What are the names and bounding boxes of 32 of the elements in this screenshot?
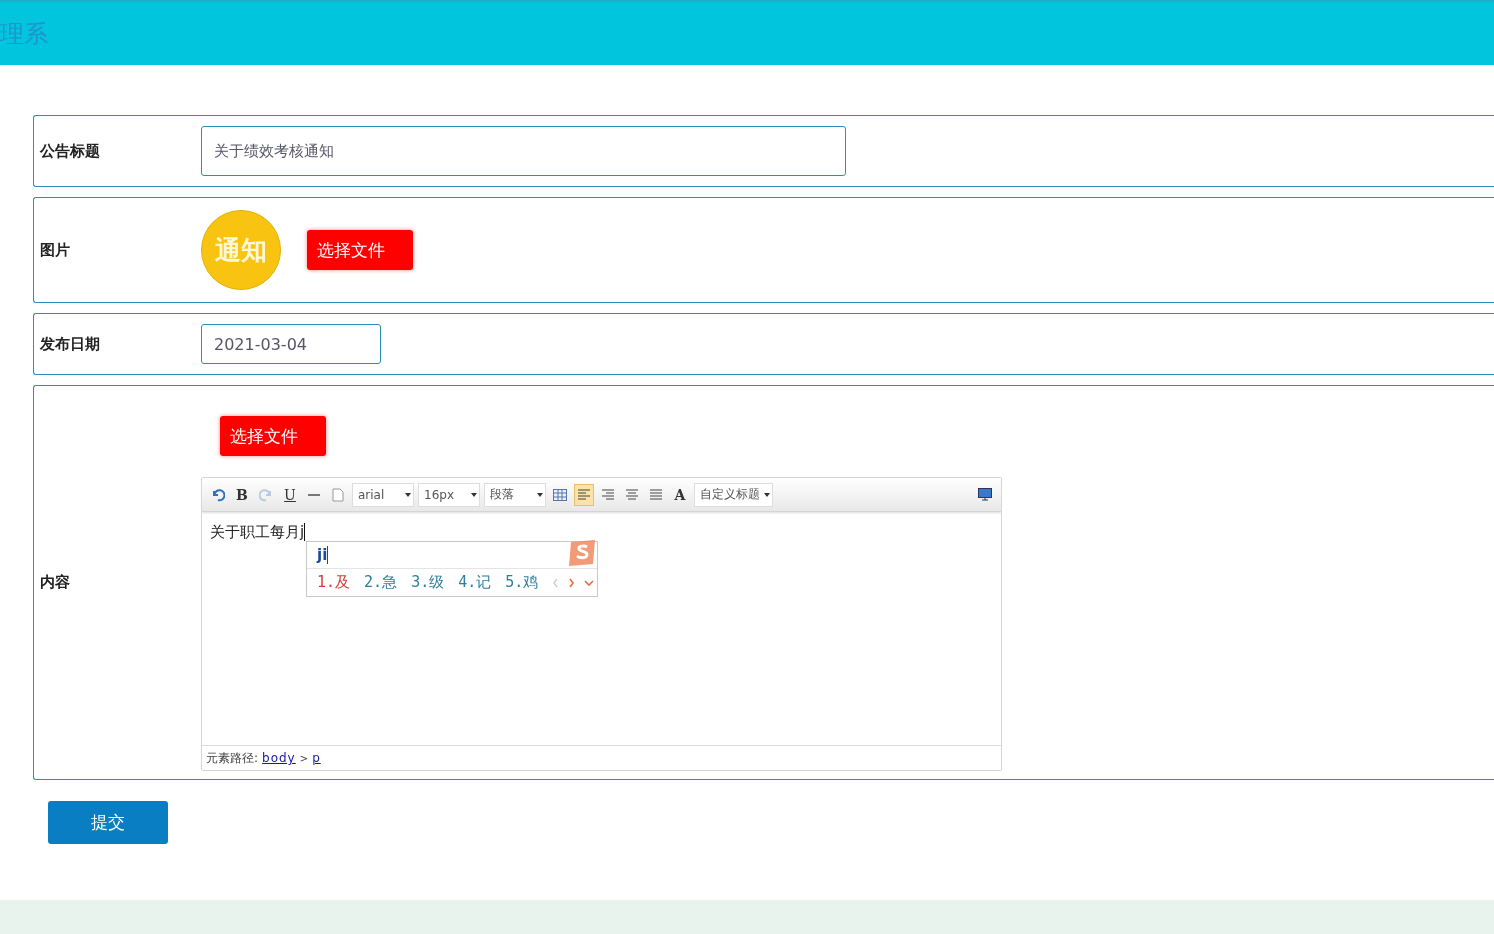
ime-candidate[interactable]: 3.级 xyxy=(411,573,445,592)
date-input[interactable]: 2021-03-04 xyxy=(201,324,381,364)
choose-file-button[interactable]: 选择文件 xyxy=(220,416,326,456)
toolbar-select[interactable]: 段落 xyxy=(484,482,546,507)
caret-icon xyxy=(471,492,477,497)
format-button[interactable]: B xyxy=(232,483,252,506)
toolbar-select[interactable]: 自定义标题 xyxy=(694,482,773,507)
field-label: 内容 xyxy=(39,573,71,592)
ime-candidate[interactable]: 1.及 xyxy=(317,573,351,592)
toolbar-select[interactable]: arial xyxy=(352,482,414,507)
align-icon[interactable] xyxy=(574,483,594,506)
path-label: 元素路径: xyxy=(206,749,259,767)
choose-file-button[interactable]: 选择文件 xyxy=(307,230,413,270)
ime-candidate[interactable]: 4.记 xyxy=(458,573,492,592)
field-label: 图片 xyxy=(39,240,71,260)
field-label: 公告标题 xyxy=(38,141,101,161)
field-label: 发布日期 xyxy=(39,334,101,354)
caret-icon xyxy=(405,492,411,497)
path-link[interactable]: p xyxy=(312,751,321,765)
caret-icon xyxy=(764,492,770,497)
format-button[interactable]: U xyxy=(280,483,300,506)
ime-candidate[interactable]: 5.鸡 xyxy=(505,573,539,592)
caret-icon xyxy=(537,492,543,497)
ime-candidate[interactable]: 2.急 xyxy=(364,573,398,592)
notice-image: 通知 xyxy=(201,210,281,290)
path-link[interactable]: body xyxy=(262,751,296,765)
submit-button[interactable]: 提交 xyxy=(48,801,168,844)
path-separator: > xyxy=(299,752,309,764)
editor-text: 关于职工每月j xyxy=(210,523,306,541)
title-input[interactable]: 关于绩效考核通知 xyxy=(201,126,846,176)
format-button[interactable]: A xyxy=(670,483,690,506)
toolbar-select[interactable]: 16px xyxy=(418,482,480,507)
